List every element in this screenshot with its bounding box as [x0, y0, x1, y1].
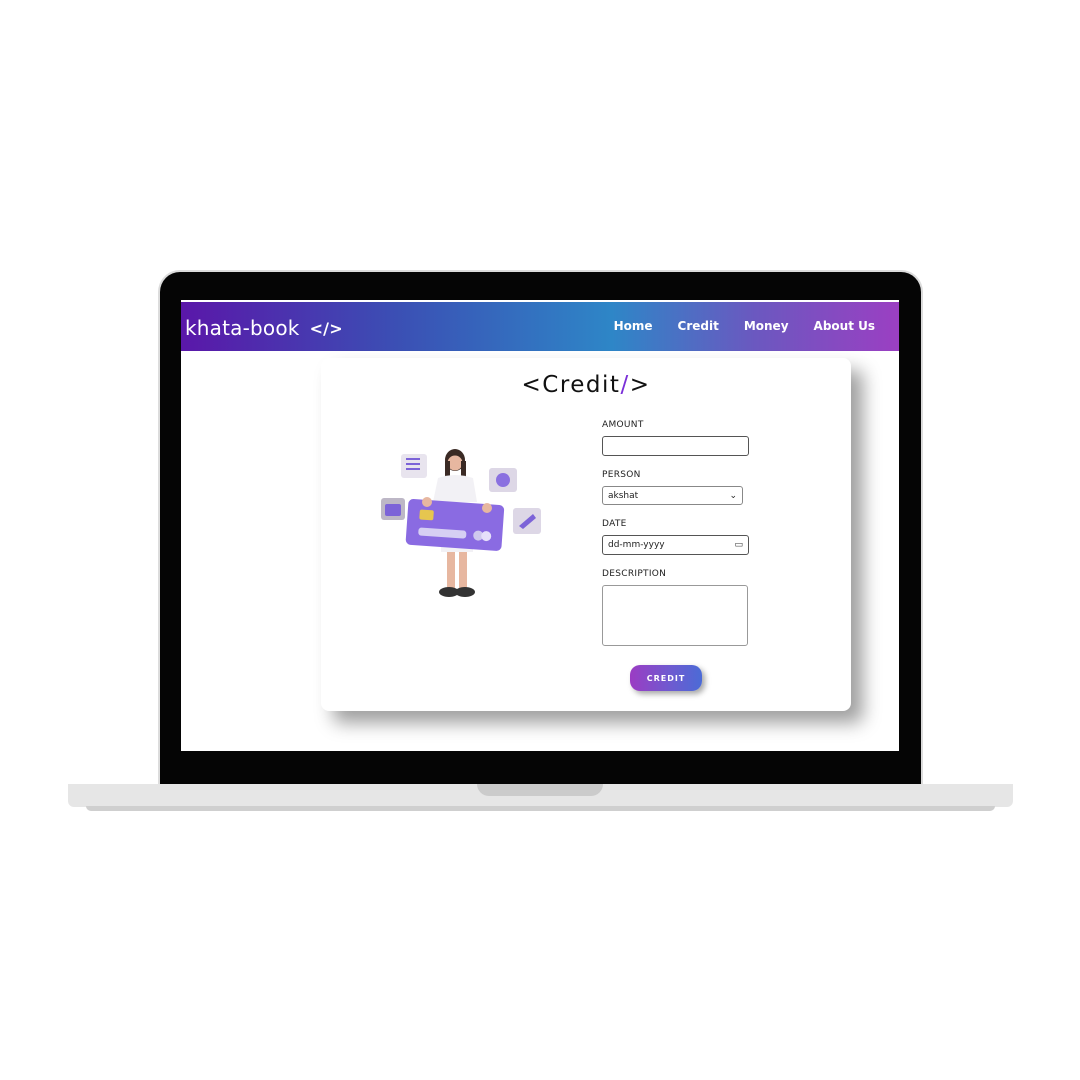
- date-field-group: DATE dd-mm-yyyy ▭: [602, 519, 749, 555]
- amount-field-group: AMOUNT: [602, 420, 749, 456]
- laptop-base-shadow: [86, 806, 995, 811]
- amount-input[interactable]: [602, 436, 749, 456]
- laptop-screen: khata-book </> Home Credit Money About U…: [181, 300, 899, 751]
- description-textarea[interactable]: [602, 585, 748, 646]
- navbar: khata-book </> Home Credit Money About U…: [181, 302, 899, 351]
- brand-name: khata-book: [185, 316, 300, 340]
- credit-form: AMOUNT PERSON akshat ⌄ DATE dd-mm-yyyy ▭…: [602, 420, 749, 660]
- date-input-placeholder: dd-mm-yyyy: [608, 540, 665, 550]
- nav-about-us[interactable]: About Us: [814, 319, 875, 333]
- calendar-icon[interactable]: ▭: [734, 540, 743, 550]
- credit-submit-button[interactable]: CREDIT: [630, 665, 702, 691]
- nav-home[interactable]: Home: [614, 319, 653, 333]
- person-label: PERSON: [602, 470, 641, 480]
- description-label: DESCRIPTION: [602, 569, 667, 579]
- credit-card-illustration: [381, 449, 541, 597]
- person-select-value: akshat: [608, 490, 639, 501]
- code-icon: </>: [309, 318, 343, 338]
- person-select[interactable]: akshat ⌄: [602, 486, 743, 505]
- page-title: <Credit/>: [521, 372, 651, 398]
- date-label: DATE: [602, 519, 627, 529]
- date-input[interactable]: dd-mm-yyyy ▭: [602, 535, 749, 555]
- chevron-down-icon: ⌄: [729, 490, 737, 501]
- description-field-group: DESCRIPTION: [602, 569, 749, 646]
- credit-card-panel: <Credit/> AMOUNT PERSON akshat ⌄ DATE dd…: [321, 358, 851, 711]
- nav-credit[interactable]: Credit: [678, 319, 719, 333]
- laptop-notch: [477, 784, 603, 796]
- person-field-group: PERSON akshat ⌄: [602, 470, 749, 505]
- amount-label: AMOUNT: [602, 420, 644, 430]
- nav-links: Home Credit Money About Us: [589, 319, 875, 333]
- brand[interactable]: khata-book </>: [185, 316, 343, 340]
- nav-money[interactable]: Money: [744, 319, 789, 333]
